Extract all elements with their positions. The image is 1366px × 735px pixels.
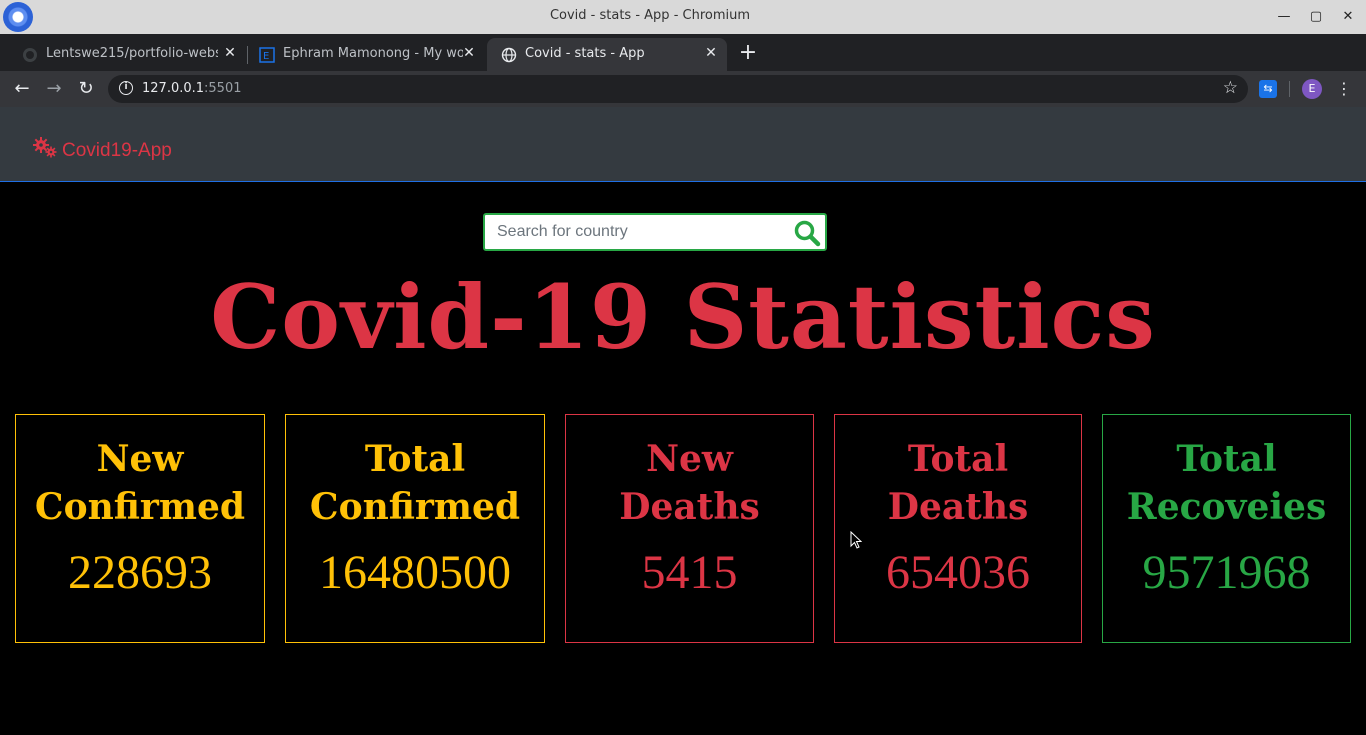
globe-favicon-icon (501, 47, 517, 63)
close-tab-icon[interactable]: ✕ (222, 45, 238, 61)
stat-title: New Deaths (619, 438, 760, 528)
app-navbar: Covid19-App (0, 107, 1366, 182)
new-tab-button[interactable]: + (736, 41, 760, 65)
reload-icon[interactable]: ↻ (75, 78, 97, 100)
search-icon[interactable] (793, 219, 821, 247)
mouse-cursor-icon (850, 531, 862, 549)
page-content: Covid19-App Covid-19 Statistics NewConfi… (0, 107, 1366, 735)
stat-value: 228693 (68, 546, 212, 599)
github-favicon-icon (23, 48, 37, 62)
window-titlebar: Covid - stats - App - Chromium — ▢ ✕ (0, 0, 1366, 34)
close-tab-icon[interactable]: ✕ (461, 45, 477, 61)
tab-strip: Lentswe215/portfolio-websit ✕ E Ephram M… (0, 34, 1366, 71)
tab-label: Lentswe215/portfolio-websit (46, 46, 218, 61)
address-url[interactable]: 127.0.0.1:5501 (142, 81, 242, 96)
stat-title: Total Confirmed (309, 438, 521, 528)
svg-text:E: E (263, 51, 269, 62)
tab-covid-stats[interactable]: Covid - stats - App ✕ (487, 38, 727, 71)
bookmark-star-icon[interactable]: ☆ (1223, 78, 1238, 98)
site-favicon-icon: E (259, 47, 275, 63)
url-host: 127.0.0.1 (142, 81, 205, 96)
country-search-input[interactable] (485, 215, 785, 249)
country-search-form (483, 213, 827, 251)
stat-value: 16480500 (319, 546, 511, 599)
brand-label: Covid19-App (62, 140, 172, 161)
window-title: Covid - stats - App - Chromium (549, 8, 751, 23)
page-title: Covid-19 Statistics (210, 265, 1156, 369)
stat-card-total-deaths: Total Deaths 654036 (834, 414, 1082, 643)
toolbar-divider (1289, 81, 1290, 97)
close-tab-icon[interactable]: ✕ (703, 45, 719, 61)
stat-title: Total Deaths (887, 438, 1029, 528)
site-info-icon[interactable]: i (119, 81, 133, 95)
profile-avatar[interactable]: E (1302, 79, 1322, 99)
stat-title: Total Recoveies (1126, 438, 1327, 528)
brand-link[interactable]: Covid19-App (32, 137, 172, 162)
stat-card-total-recoveries: Total Recoveies 9571968 (1102, 414, 1351, 643)
tab-label: Ephram Mamonong - My work (283, 46, 463, 61)
forward-icon[interactable]: → (43, 78, 65, 100)
gears-icon (32, 137, 58, 159)
stat-value: 9571968 (1142, 546, 1311, 599)
stat-value: 654036 (886, 546, 1030, 599)
tab-label: Covid - stats - App (525, 46, 645, 61)
maximize-window-button[interactable]: ▢ (1306, 7, 1326, 27)
close-window-button[interactable]: ✕ (1338, 7, 1358, 27)
kebab-menu-icon[interactable]: ⋮ (1336, 78, 1352, 100)
tab-ephram[interactable]: E Ephram Mamonong - My work ✕ (245, 38, 485, 71)
back-icon[interactable]: ← (11, 78, 33, 100)
minimize-window-button[interactable]: — (1274, 7, 1294, 27)
extension-icon[interactable]: ⇆ (1259, 80, 1277, 98)
stat-value: 5415 (641, 546, 738, 599)
browser-toolbar: ← → ↻ i 127.0.0.1:5501 ☆ ⇆ E ⋮ (0, 71, 1366, 107)
stat-card-total-confirmed: Total Confirmed 16480500 (285, 414, 545, 643)
stat-card-new-confirmed: New Confirmed 228693 (15, 414, 265, 643)
address-bar[interactable]: i 127.0.0.1:5501 ☆ (108, 75, 1248, 103)
stat-card-new-deaths: New Deaths 5415 (565, 414, 814, 643)
tab-portfolio[interactable]: Lentswe215/portfolio-websit ✕ (8, 38, 246, 71)
url-port: :5501 (204, 81, 242, 96)
stat-title: New Confirmed (34, 438, 246, 528)
